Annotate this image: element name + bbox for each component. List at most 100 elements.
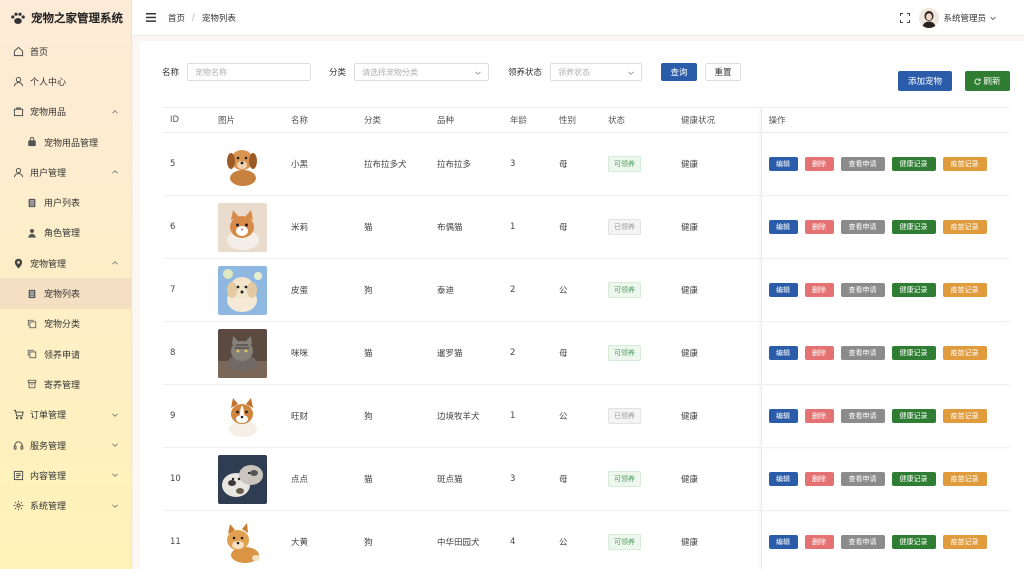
sidebar-item[interactable]: 个人中心 [0,66,131,96]
row-actions: 编辑 删除 查看申请 健康记录 疫苗记录 [768,535,1011,549]
health-records-button[interactable]: 健康记录 [891,472,936,486]
copy-icon [26,318,38,330]
pet-table: ID 图片 名称 分类 品种 年龄 性别 状态 健康状况 操作 5 小黑 拉布拉多犬… [163,107,1010,569]
status-badge: 可领养 [608,471,641,487]
vaccine-records-button[interactable]: 疫苗记录 [942,346,987,360]
breadcrumb-home[interactable]: 首页 [168,12,185,24]
column-header: 健康状况 [674,107,761,133]
delete-button[interactable]: 删除 [804,472,834,486]
health-cell: 健康 [674,447,761,511]
status-select[interactable]: 领养状态 [550,63,643,81]
health-records-button[interactable]: 健康记录 [891,409,936,423]
table-row: 5 小黑 拉布拉多犬 拉布拉多 3 母可领养 健康 编辑 删除 查看申请 健康记录 疫苗记录 [163,132,1010,196]
status-cell: 已领养 [601,384,674,448]
gear-icon [12,500,24,512]
gender-cell: 母 [552,321,601,385]
health-records-button[interactable]: 健康记录 [891,535,936,549]
vaccine-records-button[interactable]: 疫苗记录 [942,409,987,423]
health-records-button[interactable]: 健康记录 [891,220,936,234]
status-badge: 可领养 [608,156,641,172]
menu-toggle-icon[interactable] [146,13,156,22]
user-menu[interactable]: 系统管理员 [919,8,996,28]
chevron-up-icon [111,168,119,176]
delete-button[interactable]: 删除 [804,220,834,234]
image-cell [211,384,284,448]
user-icon [12,166,24,178]
gender-cell: 母 [552,447,601,511]
sidebar-item[interactable]: 宠物列表 [0,278,131,309]
add-pet-button[interactable]: 添加宠物 [898,71,952,91]
view-applications-button[interactable]: 查看申请 [840,472,885,486]
delete-button[interactable]: 删除 [804,409,834,423]
vaccine-records-button[interactable]: 疫苗记录 [942,157,987,171]
app-title: 宠物之家管理系统 [31,11,123,25]
health-records-button[interactable]: 健康记录 [891,157,936,171]
fullscreen-icon[interactable] [900,13,910,23]
edit-button[interactable]: 编辑 [768,409,798,423]
id-cell: 8 [163,321,211,385]
status-cell: 可领养 [601,258,674,322]
sidebar-item[interactable]: 宠物用品管理 [0,127,131,157]
sidebar-item[interactable]: 领养申请 [0,339,131,369]
view-applications-button[interactable]: 查看申请 [840,283,885,297]
view-applications-button[interactable]: 查看申请 [840,409,885,423]
sidebar-item[interactable]: 首页 [0,36,131,66]
vaccine-records-button[interactable]: 疫苗记录 [942,220,987,234]
breed-cell: 边境牧羊犬 [430,384,503,448]
sidebar-item[interactable]: 角色管理 [0,218,131,248]
sidebar-item[interactable]: 系统管理 [0,490,131,520]
edit-button[interactable]: 编辑 [768,535,798,549]
name-filter-input[interactable]: 宠物名称 [187,63,312,81]
sidebar-item[interactable]: 用户管理 [0,157,131,187]
gender-cell: 公 [552,258,601,322]
sidebar-item[interactable]: 寄养管理 [0,369,131,399]
edit-button[interactable]: 编辑 [768,157,798,171]
sidebar-menu: 首页 个人中心 宠物用品 宠物用品管理 用户管理 用户列表 角色管理 宠物管理 宠物列表宠物分类… [0,36,131,521]
status-cell: 已领养 [601,195,674,259]
sidebar-item[interactable]: 用户列表 [0,187,131,217]
vaccine-records-button[interactable]: 疫苗记录 [942,472,987,486]
sidebar-item[interactable]: 宠物分类 [0,309,131,339]
id-cell: 6 [163,195,211,259]
column-header: 操作 [760,107,1010,133]
sidebar-item[interactable]: 服务管理 [0,430,131,460]
reset-button[interactable]: 重置 [705,63,742,81]
view-applications-button[interactable]: 查看申请 [840,157,885,171]
sidebar-item[interactable]: 订单管理 [0,400,131,430]
refresh-button[interactable]: 刷新 [965,71,1010,91]
sidebar-item[interactable]: 宠物管理 [0,248,131,278]
delete-button[interactable]: 删除 [804,346,834,360]
delete-button[interactable]: 删除 [804,283,834,297]
edit-button[interactable]: 编辑 [768,220,798,234]
delete-button[interactable]: 删除 [804,535,834,549]
sidebar-item[interactable]: 内容管理 [0,460,131,490]
status-cell: 可领养 [601,447,674,511]
delete-button[interactable]: 删除 [804,157,834,171]
column-header: 名称 [284,107,357,133]
chevron-down-icon [111,502,119,510]
breadcrumb-separator: / [192,12,195,23]
view-applications-button[interactable]: 查看申请 [840,346,885,360]
sidebar-item[interactable]: 宠物用品 [0,97,131,127]
actions-cell: 编辑 删除 查看申请 健康记录 疫苗记录 [760,510,1011,569]
edit-button[interactable]: 编辑 [768,346,798,360]
actions-cell: 编辑 删除 查看申请 健康记录 疫苗记录 [760,447,1010,511]
sidebar-item-label: 服务管理 [30,441,67,452]
vaccine-records-button[interactable]: 疫苗记录 [942,535,987,549]
view-applications-button[interactable]: 查看申请 [840,535,885,549]
edit-button[interactable]: 编辑 [768,472,798,486]
health-records-button[interactable]: 健康记录 [891,283,936,297]
query-button[interactable]: 查询 [661,63,698,81]
person-icon [26,227,38,239]
breadcrumb: 首页 / 宠物列表 [168,12,236,24]
vaccine-records-button[interactable]: 疫苗记录 [942,283,987,297]
id-cell: 9 [163,384,211,448]
category-select[interactable]: 请选择宠物分类 [354,63,490,81]
age-cell: 3 [503,132,552,196]
breadcrumb-current: 宠物列表 [201,13,236,24]
edit-button[interactable]: 编辑 [768,283,798,297]
view-applications-button[interactable]: 查看申请 [840,220,885,234]
sidebar-item-label: 宠物分类 [44,320,81,331]
health-records-button[interactable]: 健康记录 [891,346,936,360]
id-cell: 5 [163,132,211,196]
